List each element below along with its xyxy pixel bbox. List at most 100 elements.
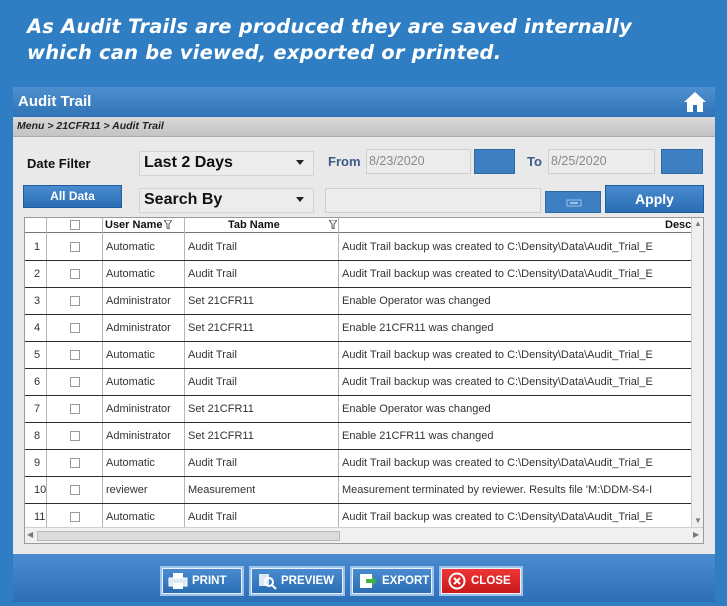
select-all-checkbox[interactable]	[70, 220, 80, 230]
preview-label: PREVIEW	[281, 575, 335, 587]
row-checkbox[interactable]	[70, 377, 80, 387]
caption: As Audit Trails are produced they are sa…	[27, 14, 717, 66]
to-date-field[interactable]: 8/25/2020	[548, 149, 655, 174]
cell-user-name: Administrator	[106, 430, 171, 442]
audit-trail-table: User Name Tab Name Desc 1 Automatic Audit …	[24, 217, 704, 544]
horizontal-scroll-thumb[interactable]	[37, 531, 340, 541]
cell-description: Enable Operator was changed	[342, 403, 491, 415]
cell-tab-name: Audit Trail	[188, 457, 237, 469]
caption-line-2: which can be viewed, exported or printed…	[27, 41, 502, 64]
row-number: 10	[34, 484, 47, 496]
table-row[interactable]: 9 Automatic Audit Trail Audit Trail backup …	[25, 450, 693, 477]
header-description: Desc	[665, 219, 692, 231]
table-row[interactable]: 2 Automatic Audit Trail Audit Trail backup …	[25, 261, 693, 288]
export-label: EXPORT	[382, 575, 430, 587]
export-button[interactable]: EXPORT	[350, 566, 434, 596]
row-checkbox[interactable]	[70, 296, 80, 306]
from-date-field[interactable]: 8/23/2020	[366, 149, 471, 174]
date-filter-dropdown[interactable]: Last 2 Days	[139, 151, 314, 176]
cell-description: Audit Trail backup was created to C:\Den…	[342, 241, 653, 253]
home-icon[interactable]	[683, 91, 707, 113]
row-checkbox[interactable]	[70, 458, 80, 468]
cell-description: Enable 21CFR11 was changed	[342, 430, 494, 442]
audit-trail-window: Audit Trail Menu > 21CFR11 > Audit Trail…	[13, 87, 715, 602]
table-row[interactable]: 6 Automatic Audit Trail Audit Trail backup …	[25, 369, 693, 396]
cell-user-name: Automatic	[106, 349, 155, 361]
preview-button[interactable]: PREVIEW	[249, 566, 345, 596]
row-checkbox[interactable]	[70, 404, 80, 414]
apply-button[interactable]: Apply	[605, 185, 704, 213]
close-label: CLOSE	[471, 575, 511, 587]
from-date-value: 8/23/2020	[369, 154, 425, 168]
row-number: 9	[34, 457, 41, 469]
cell-tab-name: Set 21CFR11	[188, 430, 254, 442]
table-row[interactable]: 5 Automatic Audit Trail Audit Trail backup …	[25, 342, 693, 369]
chevron-down-icon	[296, 160, 304, 165]
cell-user-name: Automatic	[106, 241, 155, 253]
close-button[interactable]: CLOSE	[439, 566, 523, 596]
cell-user-name: Automatic	[106, 268, 155, 280]
table-row[interactable]: 3 Administrator Set 21CFR11 Enable Operator…	[25, 288, 693, 315]
chevron-down-icon	[296, 197, 304, 202]
cell-user-name: Administrator	[106, 403, 171, 415]
all-data-label: All Data	[50, 189, 95, 203]
row-checkbox[interactable]	[70, 350, 80, 360]
header-user-name: User Name	[105, 219, 163, 231]
table-row[interactable]: 8 Administrator Set 21CFR11 Enable 21CFR11 …	[25, 423, 693, 450]
date-filter-value: Last 2 Days	[144, 154, 233, 171]
scroll-up-icon[interactable]: ▲	[694, 219, 702, 228]
row-checkbox[interactable]	[70, 512, 80, 522]
breadcrumb: Menu > 21CFR11 > Audit Trail	[13, 117, 715, 137]
table-row[interactable]: 1 Automatic Audit Trail Audit Trail backup …	[25, 234, 693, 261]
row-checkbox[interactable]	[70, 323, 80, 333]
row-number: 4	[34, 322, 41, 334]
vertical-scrollbar[interactable]: ▲ ▼	[691, 218, 703, 528]
row-number: 8	[34, 430, 41, 442]
search-by-value: Search By	[144, 191, 223, 208]
search-button[interactable]	[545, 191, 601, 213]
all-data-button[interactable]: All Data	[23, 185, 122, 208]
action-bar: PRINT PREVIEW EXPORT CLOSE	[13, 554, 715, 602]
from-date-picker-button[interactable]	[474, 149, 515, 174]
preview-icon	[259, 574, 277, 590]
table-row[interactable]: 7 Administrator Set 21CFR11 Enable Operator…	[25, 396, 693, 423]
cell-user-name: Administrator	[106, 295, 171, 307]
filter-icon[interactable]	[329, 220, 337, 229]
row-checkbox[interactable]	[70, 242, 80, 252]
cell-tab-name: Audit Trail	[188, 376, 237, 388]
search-by-dropdown[interactable]: Search By	[139, 188, 314, 213]
scroll-right-icon[interactable]: ▶	[693, 530, 699, 539]
scroll-down-icon[interactable]: ▼	[694, 516, 702, 525]
cell-tab-name: Measurement	[188, 484, 256, 496]
horizontal-scrollbar[interactable]: ◀ ▶	[25, 527, 703, 543]
table-row[interactable]: 10 reviewer Measurement Measurement termina…	[25, 477, 693, 504]
table-row[interactable]: 4 Administrator Set 21CFR11 Enable 21CFR11 …	[25, 315, 693, 342]
window-title: Audit Trail	[18, 93, 92, 110]
cell-description: Audit Trail backup was created to C:\Den…	[342, 268, 653, 280]
cell-tab-name: Set 21CFR11	[188, 403, 254, 415]
cell-user-name: Administrator	[106, 322, 171, 334]
row-number: 6	[34, 376, 41, 388]
cell-description: Audit Trail backup was created to C:\Den…	[342, 457, 653, 469]
to-date-value: 8/25/2020	[551, 154, 607, 168]
date-filter-label: Date Filter	[27, 156, 91, 171]
row-checkbox[interactable]	[70, 269, 80, 279]
table-header: User Name Tab Name Desc	[25, 218, 703, 233]
from-label: From	[328, 154, 361, 169]
cell-description: Audit Trail backup was created to C:\Den…	[342, 376, 653, 388]
printer-icon	[168, 573, 188, 589]
cell-description: Measurement terminated by reviewer. Resu…	[342, 484, 653, 496]
to-label: To	[527, 154, 542, 169]
filter-icon[interactable]	[164, 220, 172, 229]
search-icon	[566, 199, 582, 207]
row-checkbox[interactable]	[70, 485, 80, 495]
header-tab-name: Tab Name	[228, 219, 280, 231]
search-input[interactable]	[325, 188, 541, 213]
cell-description: Enable 21CFR11 was changed	[342, 322, 494, 334]
scroll-left-icon[interactable]: ◀	[27, 530, 33, 539]
row-number: 3	[34, 295, 41, 307]
cell-user-name: Automatic	[106, 376, 155, 388]
row-checkbox[interactable]	[70, 431, 80, 441]
print-button[interactable]: PRINT	[160, 566, 244, 596]
to-date-picker-button[interactable]	[661, 149, 703, 174]
